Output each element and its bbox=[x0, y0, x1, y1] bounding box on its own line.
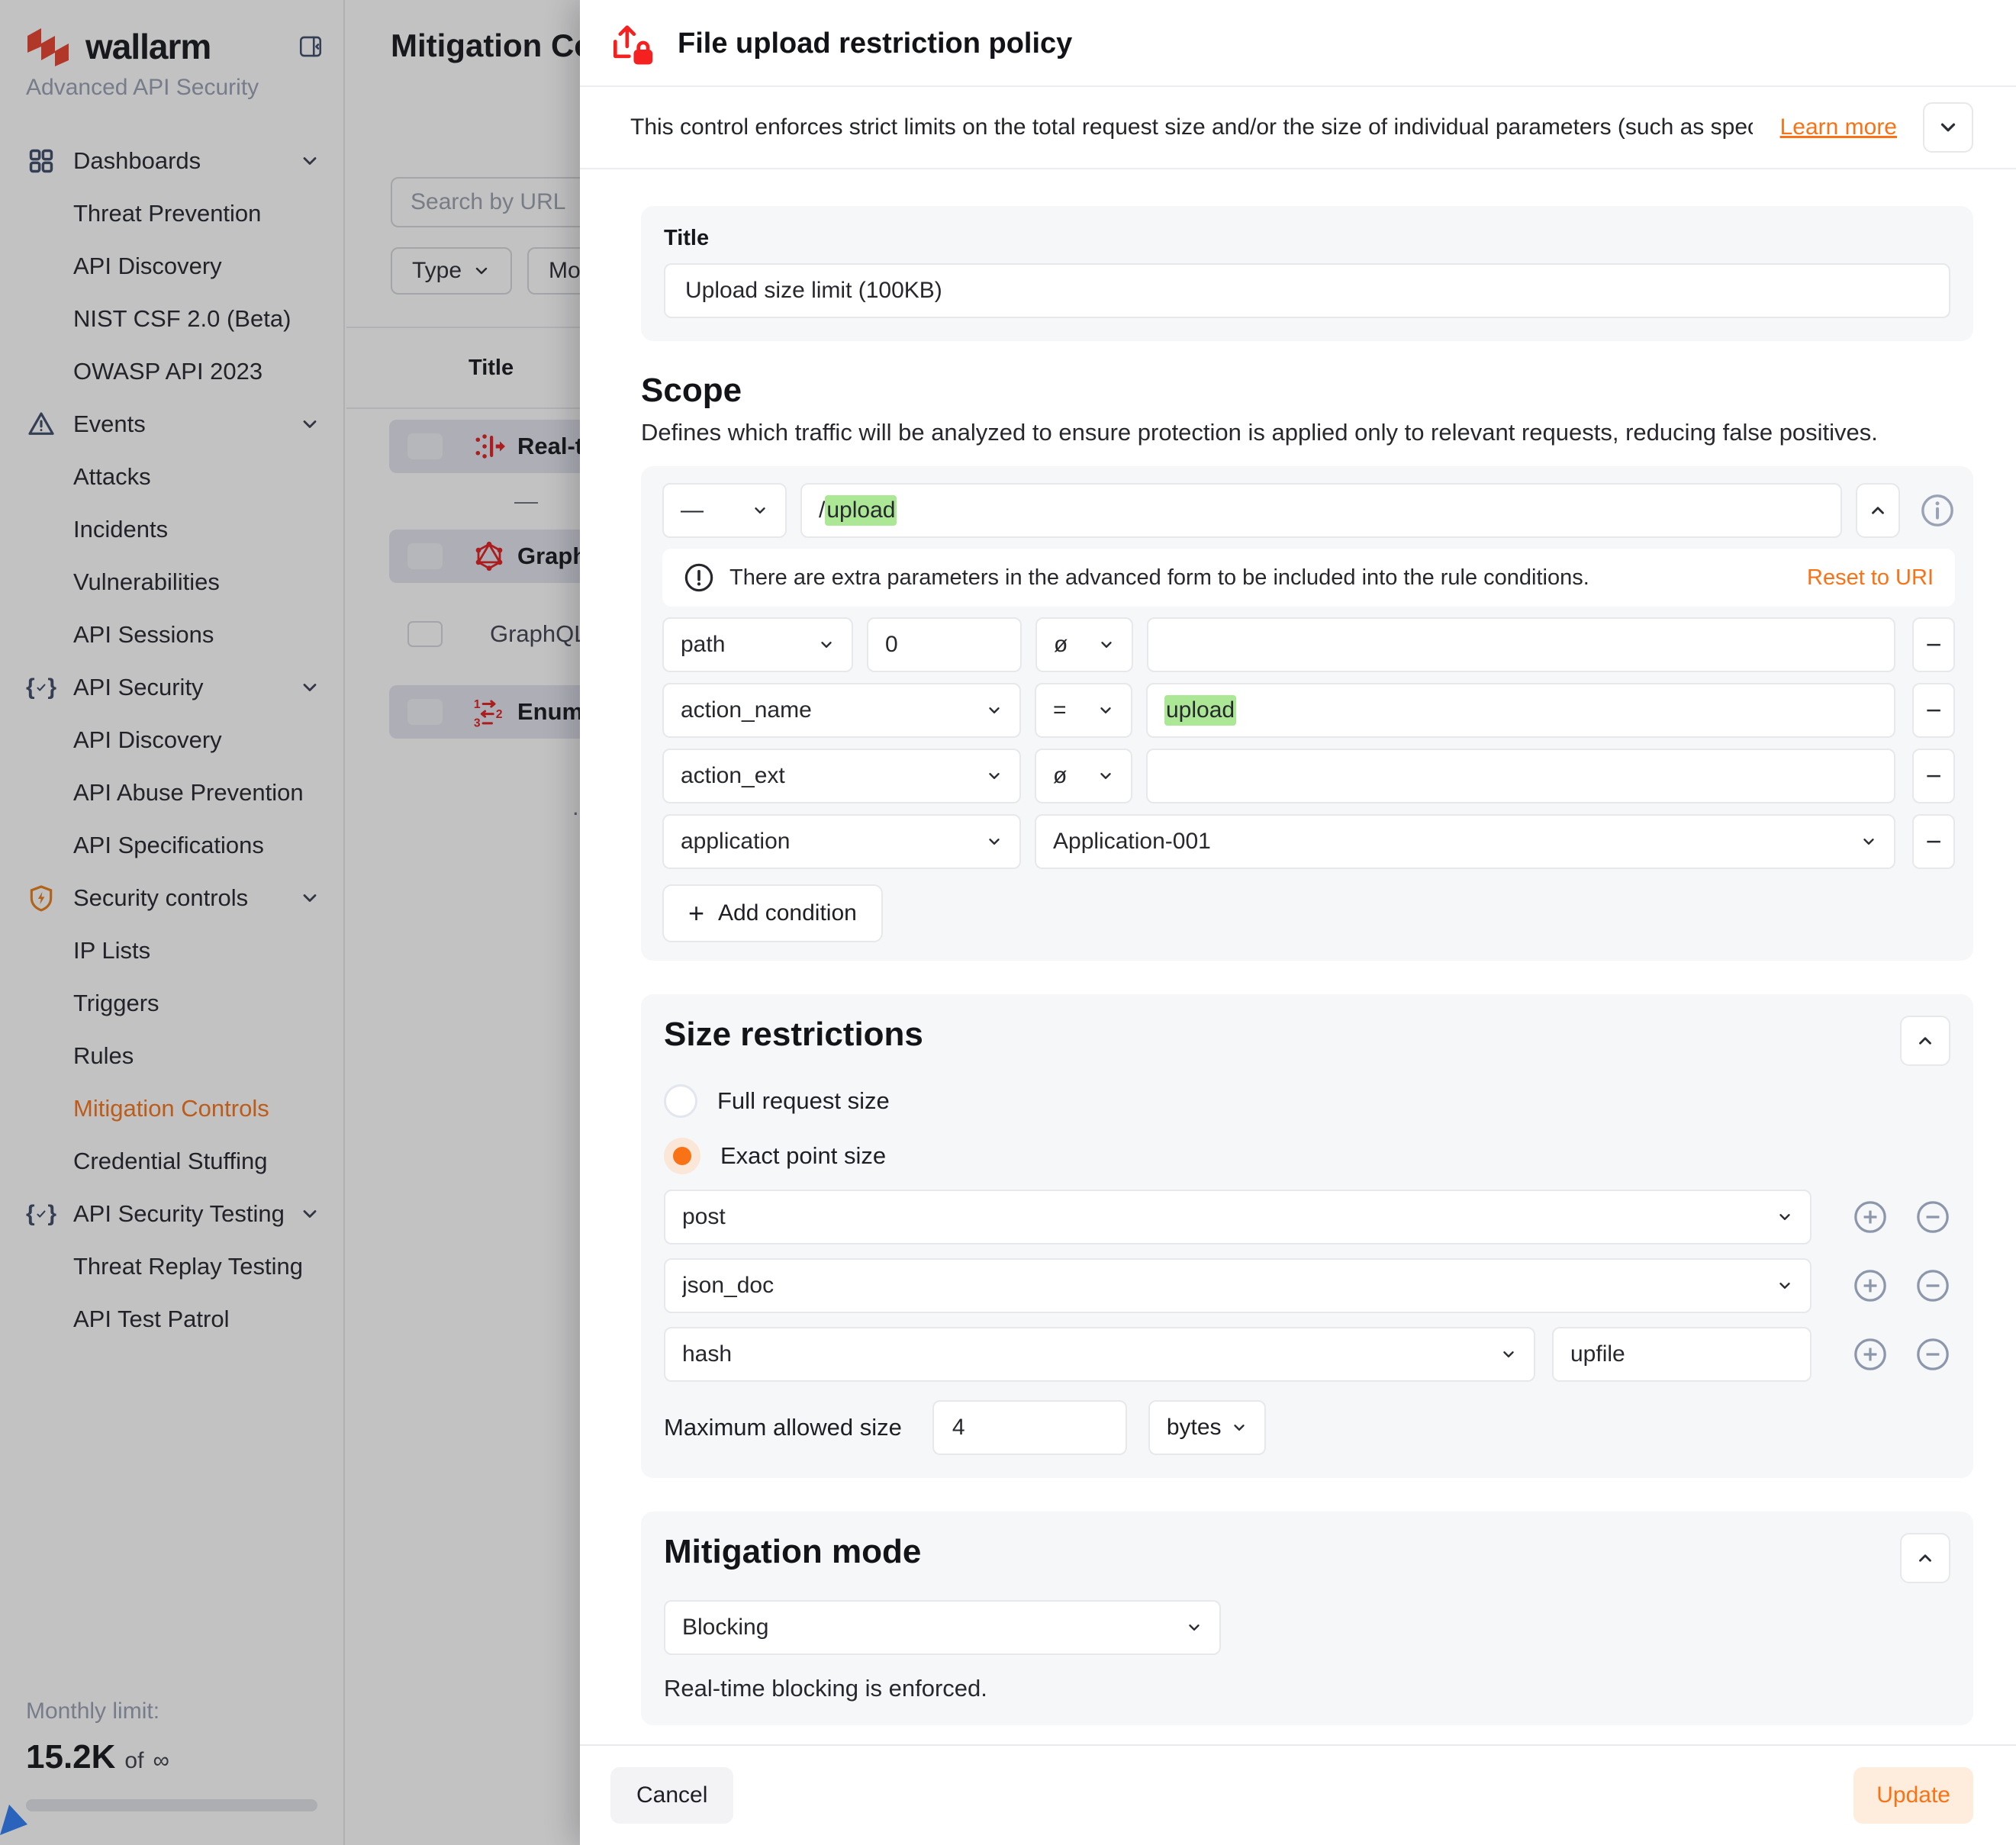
condition-value-input[interactable] bbox=[1147, 617, 1895, 672]
modal-description: This control enforces strict limits on t… bbox=[630, 114, 1753, 140]
upload-lock-icon bbox=[607, 20, 655, 67]
mitigation-mode-value: Blocking bbox=[682, 1615, 768, 1641]
title-field-label: Title bbox=[664, 226, 1950, 251]
path-position-input[interactable] bbox=[867, 617, 1022, 672]
mitigation-mode-select[interactable]: Blocking bbox=[664, 1600, 1221, 1655]
point-row-hash: hash bbox=[664, 1327, 1950, 1382]
uri-collapse-button[interactable] bbox=[1856, 483, 1900, 538]
update-button[interactable]: Update bbox=[1853, 1767, 1973, 1824]
add-condition-label: Add condition bbox=[718, 900, 857, 926]
point-row-post: post bbox=[664, 1190, 1950, 1244]
point-select[interactable]: json_doc bbox=[664, 1258, 1812, 1313]
application-value: Application-001 bbox=[1053, 829, 1211, 855]
method-select[interactable]: — bbox=[662, 483, 787, 538]
size-restrictions-heading: Size restrictions bbox=[664, 1016, 923, 1054]
condition-field-select[interactable]: application bbox=[662, 814, 1021, 869]
size-unit-select[interactable]: bytes bbox=[1148, 1400, 1266, 1455]
full-request-size-option[interactable]: Full request size bbox=[664, 1081, 1950, 1121]
modal-header: File upload restriction policy bbox=[580, 0, 2016, 87]
radio-selected-icon bbox=[664, 1138, 700, 1174]
condition-operator-value: ø bbox=[1054, 632, 1068, 658]
remove-condition-button[interactable]: − bbox=[1912, 814, 1955, 869]
condition-field-select[interactable]: path bbox=[662, 617, 853, 672]
uri-row: — /upload bbox=[662, 483, 1955, 538]
scope-description: Defines which traffic will be analyzed t… bbox=[641, 419, 1973, 446]
description-expand-button[interactable] bbox=[1923, 102, 1973, 153]
size-unit-value: bytes bbox=[1167, 1415, 1222, 1441]
point-value: json_doc bbox=[682, 1273, 774, 1299]
exact-point-size-option[interactable]: Exact point size bbox=[664, 1136, 1950, 1176]
title-card: Title bbox=[641, 206, 1973, 341]
point-row-json-doc: json_doc bbox=[664, 1258, 1950, 1313]
uri-highlighted-part: upload bbox=[825, 495, 897, 526]
condition-operator-select[interactable]: ø bbox=[1035, 749, 1132, 803]
method-value: — bbox=[681, 497, 704, 523]
radio-label: Exact point size bbox=[720, 1142, 886, 1170]
condition-row-application: application Application-001 − bbox=[662, 814, 1955, 869]
reset-to-uri-link[interactable]: Reset to URI bbox=[1807, 565, 1934, 591]
max-size-row: Maximum allowed size bytes bbox=[664, 1400, 1950, 1455]
uri-input[interactable]: /upload bbox=[800, 483, 1842, 538]
scope-heading: Scope bbox=[641, 372, 1973, 410]
condition-field-select[interactable]: action_ext bbox=[662, 749, 1021, 803]
point-value: post bbox=[682, 1204, 726, 1230]
condition-field-select[interactable]: action_name bbox=[662, 683, 1021, 738]
condition-operator-value: ø bbox=[1053, 763, 1067, 789]
remove-point-button[interactable] bbox=[1915, 1268, 1950, 1303]
learn-more-link[interactable]: Learn more bbox=[1780, 114, 1897, 140]
extra-parameters-banner: There are extra parameters in the advanc… bbox=[662, 549, 1955, 607]
application-select[interactable]: Application-001 bbox=[1035, 814, 1895, 869]
plus-icon: + bbox=[688, 897, 704, 929]
modal-title: File upload restriction policy bbox=[678, 27, 1072, 60]
policy-title-input[interactable] bbox=[664, 263, 1950, 318]
max-size-input[interactable] bbox=[932, 1400, 1127, 1455]
uri-prefix: / bbox=[819, 497, 825, 523]
add-point-button[interactable] bbox=[1853, 1337, 1888, 1372]
radio-unselected-icon bbox=[664, 1084, 697, 1118]
add-condition-button[interactable]: + Add condition bbox=[662, 884, 883, 942]
point-value: hash bbox=[682, 1341, 732, 1367]
condition-row-path: path ø − bbox=[662, 617, 1955, 672]
modal-content: Title Scope Defines which traffic will b… bbox=[580, 169, 2016, 1744]
condition-row-action-ext: action_ext ø − bbox=[662, 749, 1955, 803]
remove-point-button[interactable] bbox=[1915, 1337, 1950, 1372]
condition-row-action-name: action_name = upload − bbox=[662, 683, 1955, 738]
remove-condition-button[interactable]: − bbox=[1912, 749, 1955, 803]
info-icon[interactable] bbox=[1920, 493, 1955, 528]
remove-condition-button[interactable]: − bbox=[1912, 683, 1955, 738]
cancel-button[interactable]: Cancel bbox=[610, 1767, 733, 1824]
mitigation-mode-note: Real-time blocking is enforced. bbox=[664, 1675, 1950, 1702]
exclamation-icon bbox=[684, 562, 714, 593]
point-select[interactable]: hash bbox=[664, 1327, 1535, 1382]
condition-operator-select[interactable]: ø bbox=[1035, 617, 1133, 672]
mitigation-mode-collapse-button[interactable] bbox=[1900, 1533, 1950, 1583]
condition-field-value: path bbox=[681, 632, 725, 658]
condition-value-input[interactable]: upload bbox=[1146, 683, 1895, 738]
mitigation-mode-card: Mitigation mode Blocking Real-time block… bbox=[641, 1512, 1973, 1725]
add-point-button[interactable] bbox=[1853, 1268, 1888, 1303]
condition-value-input[interactable] bbox=[1146, 749, 1895, 803]
modal-footer: Cancel Update bbox=[580, 1744, 2016, 1845]
mitigation-mode-heading: Mitigation mode bbox=[664, 1533, 921, 1571]
radio-label: Full request size bbox=[717, 1087, 890, 1115]
size-restrictions-collapse-button[interactable] bbox=[1900, 1016, 1950, 1066]
remove-point-button[interactable] bbox=[1915, 1199, 1950, 1235]
condition-field-value: action_name bbox=[681, 697, 812, 723]
add-point-button[interactable] bbox=[1853, 1199, 1888, 1235]
banner-text: There are extra parameters in the advanc… bbox=[729, 565, 1792, 591]
condition-operator-value: = bbox=[1053, 697, 1067, 723]
scope-card: — /upload There are extra parameters in … bbox=[641, 466, 1973, 961]
highlighted-value: upload bbox=[1164, 695, 1236, 726]
point-select[interactable]: post bbox=[664, 1190, 1812, 1244]
modal-description-row: This control enforces strict limits on t… bbox=[580, 87, 2016, 169]
file-upload-restriction-modal: File upload restriction policy This cont… bbox=[580, 0, 2016, 1845]
max-size-label: Maximum allowed size bbox=[664, 1414, 902, 1441]
size-restrictions-card: Size restrictions Full request size Exac… bbox=[641, 994, 1973, 1478]
hash-parameter-input[interactable] bbox=[1552, 1327, 1812, 1382]
condition-field-value: application bbox=[681, 829, 790, 855]
condition-operator-select[interactable]: = bbox=[1035, 683, 1132, 738]
condition-field-value: action_ext bbox=[681, 763, 785, 789]
remove-condition-button[interactable]: − bbox=[1912, 617, 1955, 672]
